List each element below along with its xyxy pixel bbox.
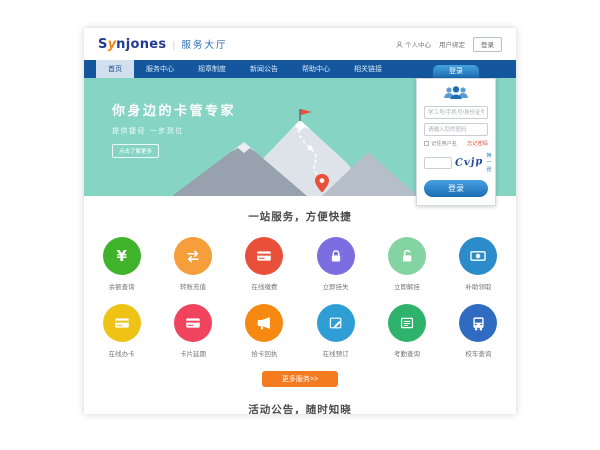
service-label: 卡片延期 [157, 348, 228, 358]
captcha-refresh-link[interactable]: 换一张 [486, 152, 491, 173]
personal-center-label: 个人中心 [405, 39, 431, 49]
bank-card-icon [245, 237, 283, 275]
nav-item[interactable]: 服务中心 [134, 60, 186, 78]
services-section: 一站服务，方便快捷 ¥ 余额查询转账充值在线缴费立即挂失立即解挂补助领取在线办卡卡… [84, 196, 516, 387]
captcha-input[interactable] [424, 157, 452, 169]
login-form: 记住用户名 忘记密码 Cvjp 换一张 登录 [416, 78, 496, 206]
service-label: 立即解挂 [371, 281, 442, 291]
service-item[interactable]: 补助领取 [443, 237, 514, 291]
announcements-title: 活动公告，随时知晓 [84, 402, 516, 414]
remember-row: 记住用户名 忘记密码 [424, 140, 488, 147]
service-label: 在线缴费 [229, 281, 300, 291]
service-item[interactable]: 校车查询 [443, 304, 514, 358]
login-tab[interactable]: 登录 [433, 65, 479, 78]
service-label: 立即挂失 [300, 281, 371, 291]
service-item[interactable]: 在线办卡 [86, 304, 157, 358]
forgot-password-link[interactable]: 忘记密码 [467, 140, 488, 147]
service-item[interactable]: 在线预订 [300, 304, 371, 358]
service-item[interactable]: ¥ 余额查询 [86, 237, 157, 291]
header-login-button[interactable]: 登录 [473, 37, 502, 52]
remember-checkbox[interactable] [424, 141, 429, 146]
more-services-button[interactable]: 更多服务>> [262, 371, 338, 387]
user-binding-label: 用户绑定 [439, 39, 465, 49]
login-panel: 登录 记住用户名 忘记密码 Cvjp 换一张 [416, 65, 496, 206]
users-group-icon [442, 85, 470, 101]
lock-icon [317, 237, 355, 275]
site-name: 服务大厅 [181, 37, 227, 51]
yen-icon: ¥ [103, 237, 141, 275]
service-label: 拾卡回执 [229, 348, 300, 358]
service-item[interactable]: 考勤查询 [371, 304, 442, 358]
logo-text: S [98, 37, 108, 52]
megaphone-icon [245, 304, 283, 342]
logo-accent: y [108, 37, 116, 52]
announcements-section: 活动公告，随时知晓 使用指南最新公告更多>>使用指南更多>> [84, 387, 516, 414]
nav-item[interactable]: 规章制度 [186, 60, 238, 78]
hero-title: 你身边的卡管专家 [112, 100, 236, 119]
service-item[interactable]: 立即挂失 [300, 237, 371, 291]
nav-item[interactable]: 新闻公告 [238, 60, 290, 78]
service-label: 补助领取 [443, 281, 514, 291]
nav-item[interactable]: 帮助中心 [290, 60, 342, 78]
service-label: 校车查询 [443, 348, 514, 358]
person-icon [396, 41, 403, 48]
logo-divider: | [172, 41, 175, 51]
banknote-icon [459, 237, 497, 275]
password-input[interactable] [424, 123, 488, 136]
bus-icon [459, 304, 497, 342]
service-item[interactable]: 拾卡回执 [229, 304, 300, 358]
service-item[interactable]: 立即解挂 [371, 237, 442, 291]
transfer-arrows-icon [174, 237, 212, 275]
site-header: Synjones | 服务大厅 个人中心 用户绑定 登录 [84, 28, 516, 60]
hero-text-block: 你身边的卡管专家 提供捷径 一步到位 点击了解更多 [112, 100, 236, 158]
hero-subtitle: 提供捷径 一步到位 [112, 126, 236, 136]
flag-icon [299, 109, 312, 121]
login-submit-button[interactable]: 登录 [424, 180, 488, 197]
bank-card-icon [103, 304, 141, 342]
remember-label: 记住用户名 [431, 140, 457, 147]
username-input[interactable] [424, 106, 488, 119]
personal-center-link[interactable]: 个人中心 [396, 39, 431, 49]
captcha-image: Cvjp [455, 156, 484, 169]
service-label: 考勤查询 [371, 348, 442, 358]
hero-cta-button[interactable]: 点击了解更多 [112, 144, 159, 158]
service-item[interactable]: 卡片延期 [157, 304, 228, 358]
hero-banner: 你身边的卡管专家 提供捷径 一步到位 点击了解更多 登录 [84, 78, 516, 196]
schedule-icon [388, 304, 426, 342]
service-label: 在线办卡 [86, 348, 157, 358]
service-hall-page: Synjones | 服务大厅 个人中心 用户绑定 登录 首页服务中心规章制度新… [84, 28, 516, 414]
services-title: 一站服务，方便快捷 [84, 209, 516, 224]
nav-item[interactable]: 首页 [96, 60, 134, 78]
service-label: 在线预订 [300, 348, 371, 358]
edit-icon [317, 304, 355, 342]
logo-text-rest: njones [116, 37, 166, 52]
service-item[interactable]: 转账充值 [157, 237, 228, 291]
service-item[interactable]: 在线缴费 [229, 237, 300, 291]
bank-card-icon [174, 304, 212, 342]
nav-item[interactable]: 相关链接 [342, 60, 394, 78]
services-grid: ¥ 余额查询转账充值在线缴费立即挂失立即解挂补助领取在线办卡卡片延期拾卡回执在线预… [84, 237, 516, 358]
unlock-icon [388, 237, 426, 275]
service-label: 转账充值 [157, 281, 228, 291]
captcha-row: Cvjp 换一张 [424, 152, 488, 173]
user-binding-link[interactable]: 用户绑定 [439, 39, 465, 49]
header-utility-links: 个人中心 用户绑定 登录 [396, 37, 502, 52]
service-label: 余额查询 [86, 281, 157, 291]
synjones-logo[interactable]: Synjones | 服务大厅 [98, 37, 227, 52]
